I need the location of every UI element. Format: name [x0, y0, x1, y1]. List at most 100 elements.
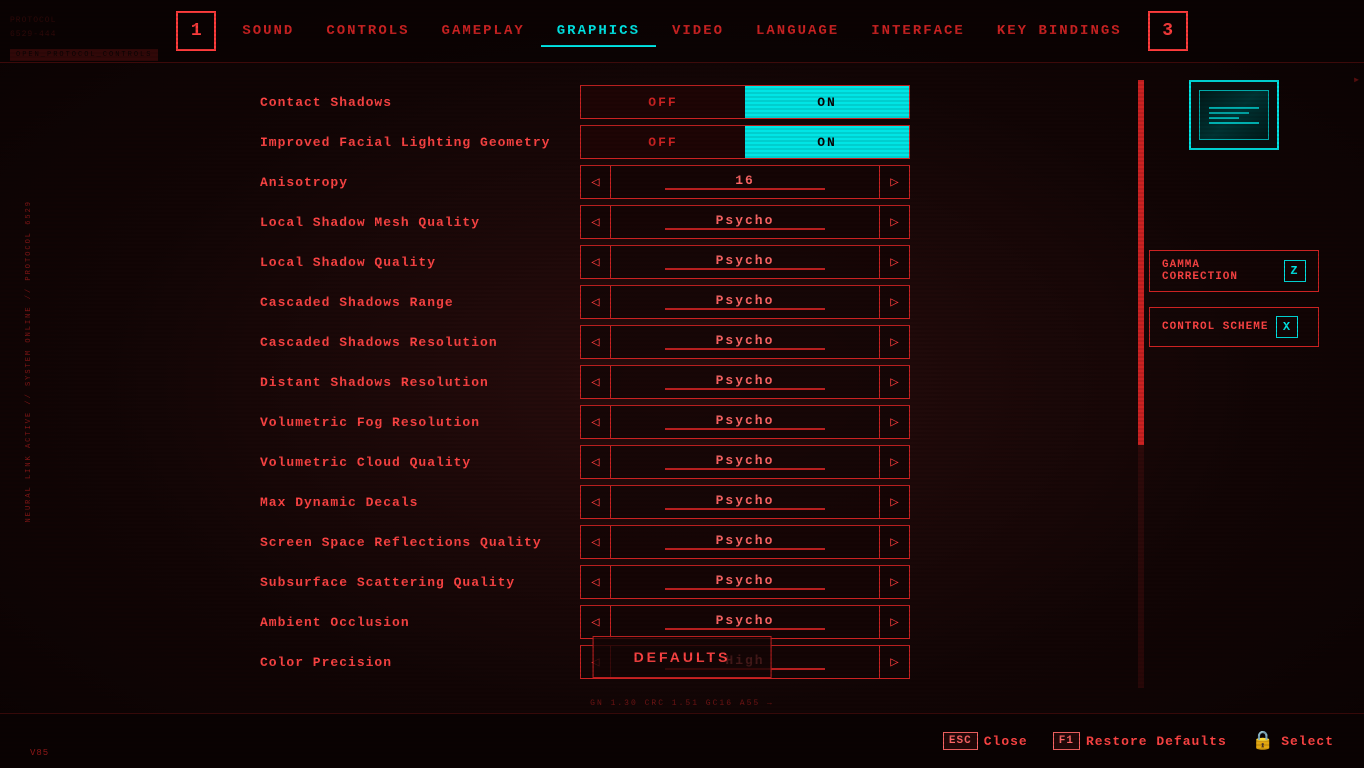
- bottom-tech-text: GN 1.30 CRC 1.51 GC16 A55 →: [590, 699, 774, 708]
- arrow-left-subsurface[interactable]: ◁: [581, 566, 611, 598]
- setting-label-contact-shadows: Contact Shadows: [260, 95, 580, 110]
- setting-facial-lighting: Improved Facial Lighting Geometry OFF ON: [260, 123, 1124, 161]
- setting-max-decals: Max Dynamic Decals ◁ Psycho ▷: [260, 483, 1124, 521]
- close-label: Close: [984, 734, 1028, 749]
- nav-video[interactable]: VIDEO: [656, 15, 740, 47]
- setting-label-cascaded-shadows-res: Cascaded Shadows Resolution: [260, 335, 580, 350]
- nav-controls[interactable]: CONTROLS: [310, 15, 425, 47]
- setting-control-contact-shadows[interactable]: OFF ON: [580, 85, 910, 119]
- defaults-button[interactable]: DEFAULTS: [593, 636, 772, 678]
- thumb-line-3: [1209, 117, 1239, 119]
- arrow-right-max-decals[interactable]: ▷: [879, 486, 909, 518]
- restore-action[interactable]: F1 Restore Defaults: [1053, 732, 1227, 750]
- bottom-bar: ESC Close F1 Restore Defaults 🔒 Select: [0, 713, 1364, 768]
- setting-label-subsurface: Subsurface Scattering Quality: [260, 575, 580, 590]
- arrow-right-local-shadow-mesh[interactable]: ▷: [879, 206, 909, 238]
- setting-value-anisotropy: 16: [611, 173, 879, 192]
- setting-label-facial-lighting: Improved Facial Lighting Geometry: [260, 135, 580, 150]
- thumbnail-inner: [1199, 90, 1269, 140]
- arrow-left-local-shadow-mesh[interactable]: ◁: [581, 206, 611, 238]
- toggle-on-facial-lighting[interactable]: ON: [745, 126, 909, 158]
- arrow-right-ao[interactable]: ▷: [879, 606, 909, 638]
- arrow-left-local-shadow-quality[interactable]: ◁: [581, 246, 611, 278]
- arrow-right-cascaded-shadows-res[interactable]: ▷: [879, 326, 909, 358]
- nav-keybindings[interactable]: KEY BINDINGS: [981, 15, 1138, 47]
- arrow-right-cascaded-shadows-range[interactable]: ▷: [879, 286, 909, 318]
- setting-label-cascaded-shadows-range: Cascaded Shadows Range: [260, 295, 580, 310]
- thumbnail-lines: [1209, 107, 1259, 124]
- setting-label-local-shadow-mesh: Local Shadow Mesh Quality: [260, 215, 580, 230]
- arrow-left-ao[interactable]: ◁: [581, 606, 611, 638]
- thumb-line-4: [1209, 122, 1259, 124]
- arrow-right-vol-fog[interactable]: ▷: [879, 406, 909, 438]
- arrow-left-cascaded-shadows-range[interactable]: ◁: [581, 286, 611, 318]
- arrow-left-max-decals[interactable]: ◁: [581, 486, 611, 518]
- arrow-left-distant-shadows-res[interactable]: ◁: [581, 366, 611, 398]
- setting-anisotropy: Anisotropy ◁ 16 ▷: [260, 163, 1124, 201]
- thumbnail-preview: [1189, 80, 1279, 150]
- control-scheme-key-box: X: [1276, 316, 1298, 338]
- setting-cascaded-shadows-res: Cascaded Shadows Resolution ◁ Psycho ▷: [260, 323, 1124, 361]
- setting-control-ssr[interactable]: ◁ Psycho ▷: [580, 525, 910, 559]
- close-action[interactable]: ESC Close: [943, 732, 1028, 750]
- setting-control-distant-shadows-res[interactable]: ◁ Psycho ▷: [580, 365, 910, 399]
- setting-label-color-precision: Color Precision: [260, 655, 580, 670]
- setting-control-facial-lighting[interactable]: OFF ON: [580, 125, 910, 159]
- setting-control-local-shadow-quality[interactable]: ◁ Psycho ▷: [580, 245, 910, 279]
- setting-value-ssr: Psycho: [611, 533, 879, 552]
- setting-control-vol-cloud[interactable]: ◁ Psycho ▷: [580, 445, 910, 479]
- arrow-right-anisotropy[interactable]: ▷: [879, 166, 909, 198]
- gamma-key-box: Z: [1284, 260, 1306, 282]
- setting-control-cascaded-shadows-range[interactable]: ◁ Psycho ▷: [580, 285, 910, 319]
- nav-gameplay[interactable]: GAMEPLAY: [426, 15, 541, 47]
- setting-value-distant-shadows-res: Psycho: [611, 373, 879, 392]
- setting-label-vol-fog: Volumetric Fog Resolution: [260, 415, 580, 430]
- nav-number-right[interactable]: 3: [1148, 11, 1188, 51]
- setting-control-local-shadow-mesh[interactable]: ◁ Psycho ▷: [580, 205, 910, 239]
- setting-control-ao[interactable]: ◁ Psycho ▷: [580, 605, 910, 639]
- setting-local-shadow-mesh: Local Shadow Mesh Quality ◁ Psycho ▷: [260, 203, 1124, 241]
- thumb-line-2: [1209, 112, 1249, 114]
- nav-number-left[interactable]: 1: [176, 11, 216, 51]
- setting-control-vol-fog[interactable]: ◁ Psycho ▷: [580, 405, 910, 439]
- toggle-off-facial-lighting[interactable]: OFF: [581, 126, 745, 158]
- setting-vol-cloud: Volumetric Cloud Quality ◁ Psycho ▷: [260, 443, 1124, 481]
- setting-control-max-decals[interactable]: ◁ Psycho ▷: [580, 485, 910, 519]
- arrow-left-cascaded-shadows-res[interactable]: ◁: [581, 326, 611, 358]
- arrow-right-vol-cloud[interactable]: ▷: [879, 446, 909, 478]
- setting-value-max-decals: Psycho: [611, 493, 879, 512]
- left-vert-decoration: NEURAL LINK ACTIVE // SYSTEM ONLINE // P…: [25, 200, 33, 522]
- toggle-off-contact-shadows[interactable]: OFF: [581, 86, 745, 118]
- setting-value-subsurface: Psycho: [611, 573, 879, 592]
- arrow-left-vol-cloud[interactable]: ◁: [581, 446, 611, 478]
- nav-sound[interactable]: SOUND: [226, 15, 310, 47]
- nav-interface[interactable]: INTERFACE: [855, 15, 981, 47]
- setting-value-cascaded-shadows-res: Psycho: [611, 333, 879, 352]
- arrow-right-distant-shadows-res[interactable]: ▷: [879, 366, 909, 398]
- setting-control-cascaded-shadows-res[interactable]: ◁ Psycho ▷: [580, 325, 910, 359]
- setting-value-cascaded-shadows-range: Psycho: [611, 293, 879, 312]
- toggle-on-contact-shadows[interactable]: ON: [745, 86, 909, 118]
- right-panel: GAMMA CORRECTION Z CONTROL SCHEME X: [1134, 80, 1334, 347]
- setting-ssr: Screen Space Reflections Quality ◁ Psych…: [260, 523, 1124, 561]
- arrow-right-subsurface[interactable]: ▷: [879, 566, 909, 598]
- gamma-correction-button[interactable]: GAMMA CORRECTION Z: [1149, 250, 1319, 292]
- arrow-left-anisotropy[interactable]: ◁: [581, 166, 611, 198]
- nav-graphics[interactable]: GRAPHICS: [541, 15, 656, 47]
- setting-control-anisotropy[interactable]: ◁ 16 ▷: [580, 165, 910, 199]
- setting-label-vol-cloud: Volumetric Cloud Quality: [260, 455, 580, 470]
- arrow-left-vol-fog[interactable]: ◁: [581, 406, 611, 438]
- setting-cascaded-shadows-range: Cascaded Shadows Range ◁ Psycho ▷: [260, 283, 1124, 321]
- version-badge: V85: [30, 748, 49, 758]
- select-action[interactable]: 🔒 Select: [1252, 730, 1334, 752]
- arrow-right-color-precision[interactable]: ▷: [879, 646, 909, 678]
- arrow-right-local-shadow-quality[interactable]: ▷: [879, 246, 909, 278]
- select-label: Select: [1281, 734, 1334, 749]
- setting-label-ao: Ambient Occlusion: [260, 615, 580, 630]
- setting-control-subsurface[interactable]: ◁ Psycho ▷: [580, 565, 910, 599]
- control-scheme-button[interactable]: CONTROL SCHEME X: [1149, 307, 1319, 347]
- nav-language[interactable]: LANGUAGE: [740, 15, 855, 47]
- arrow-right-ssr[interactable]: ▷: [879, 526, 909, 558]
- arrow-left-ssr[interactable]: ◁: [581, 526, 611, 558]
- right-corner-decoration: ▶: [1354, 75, 1359, 85]
